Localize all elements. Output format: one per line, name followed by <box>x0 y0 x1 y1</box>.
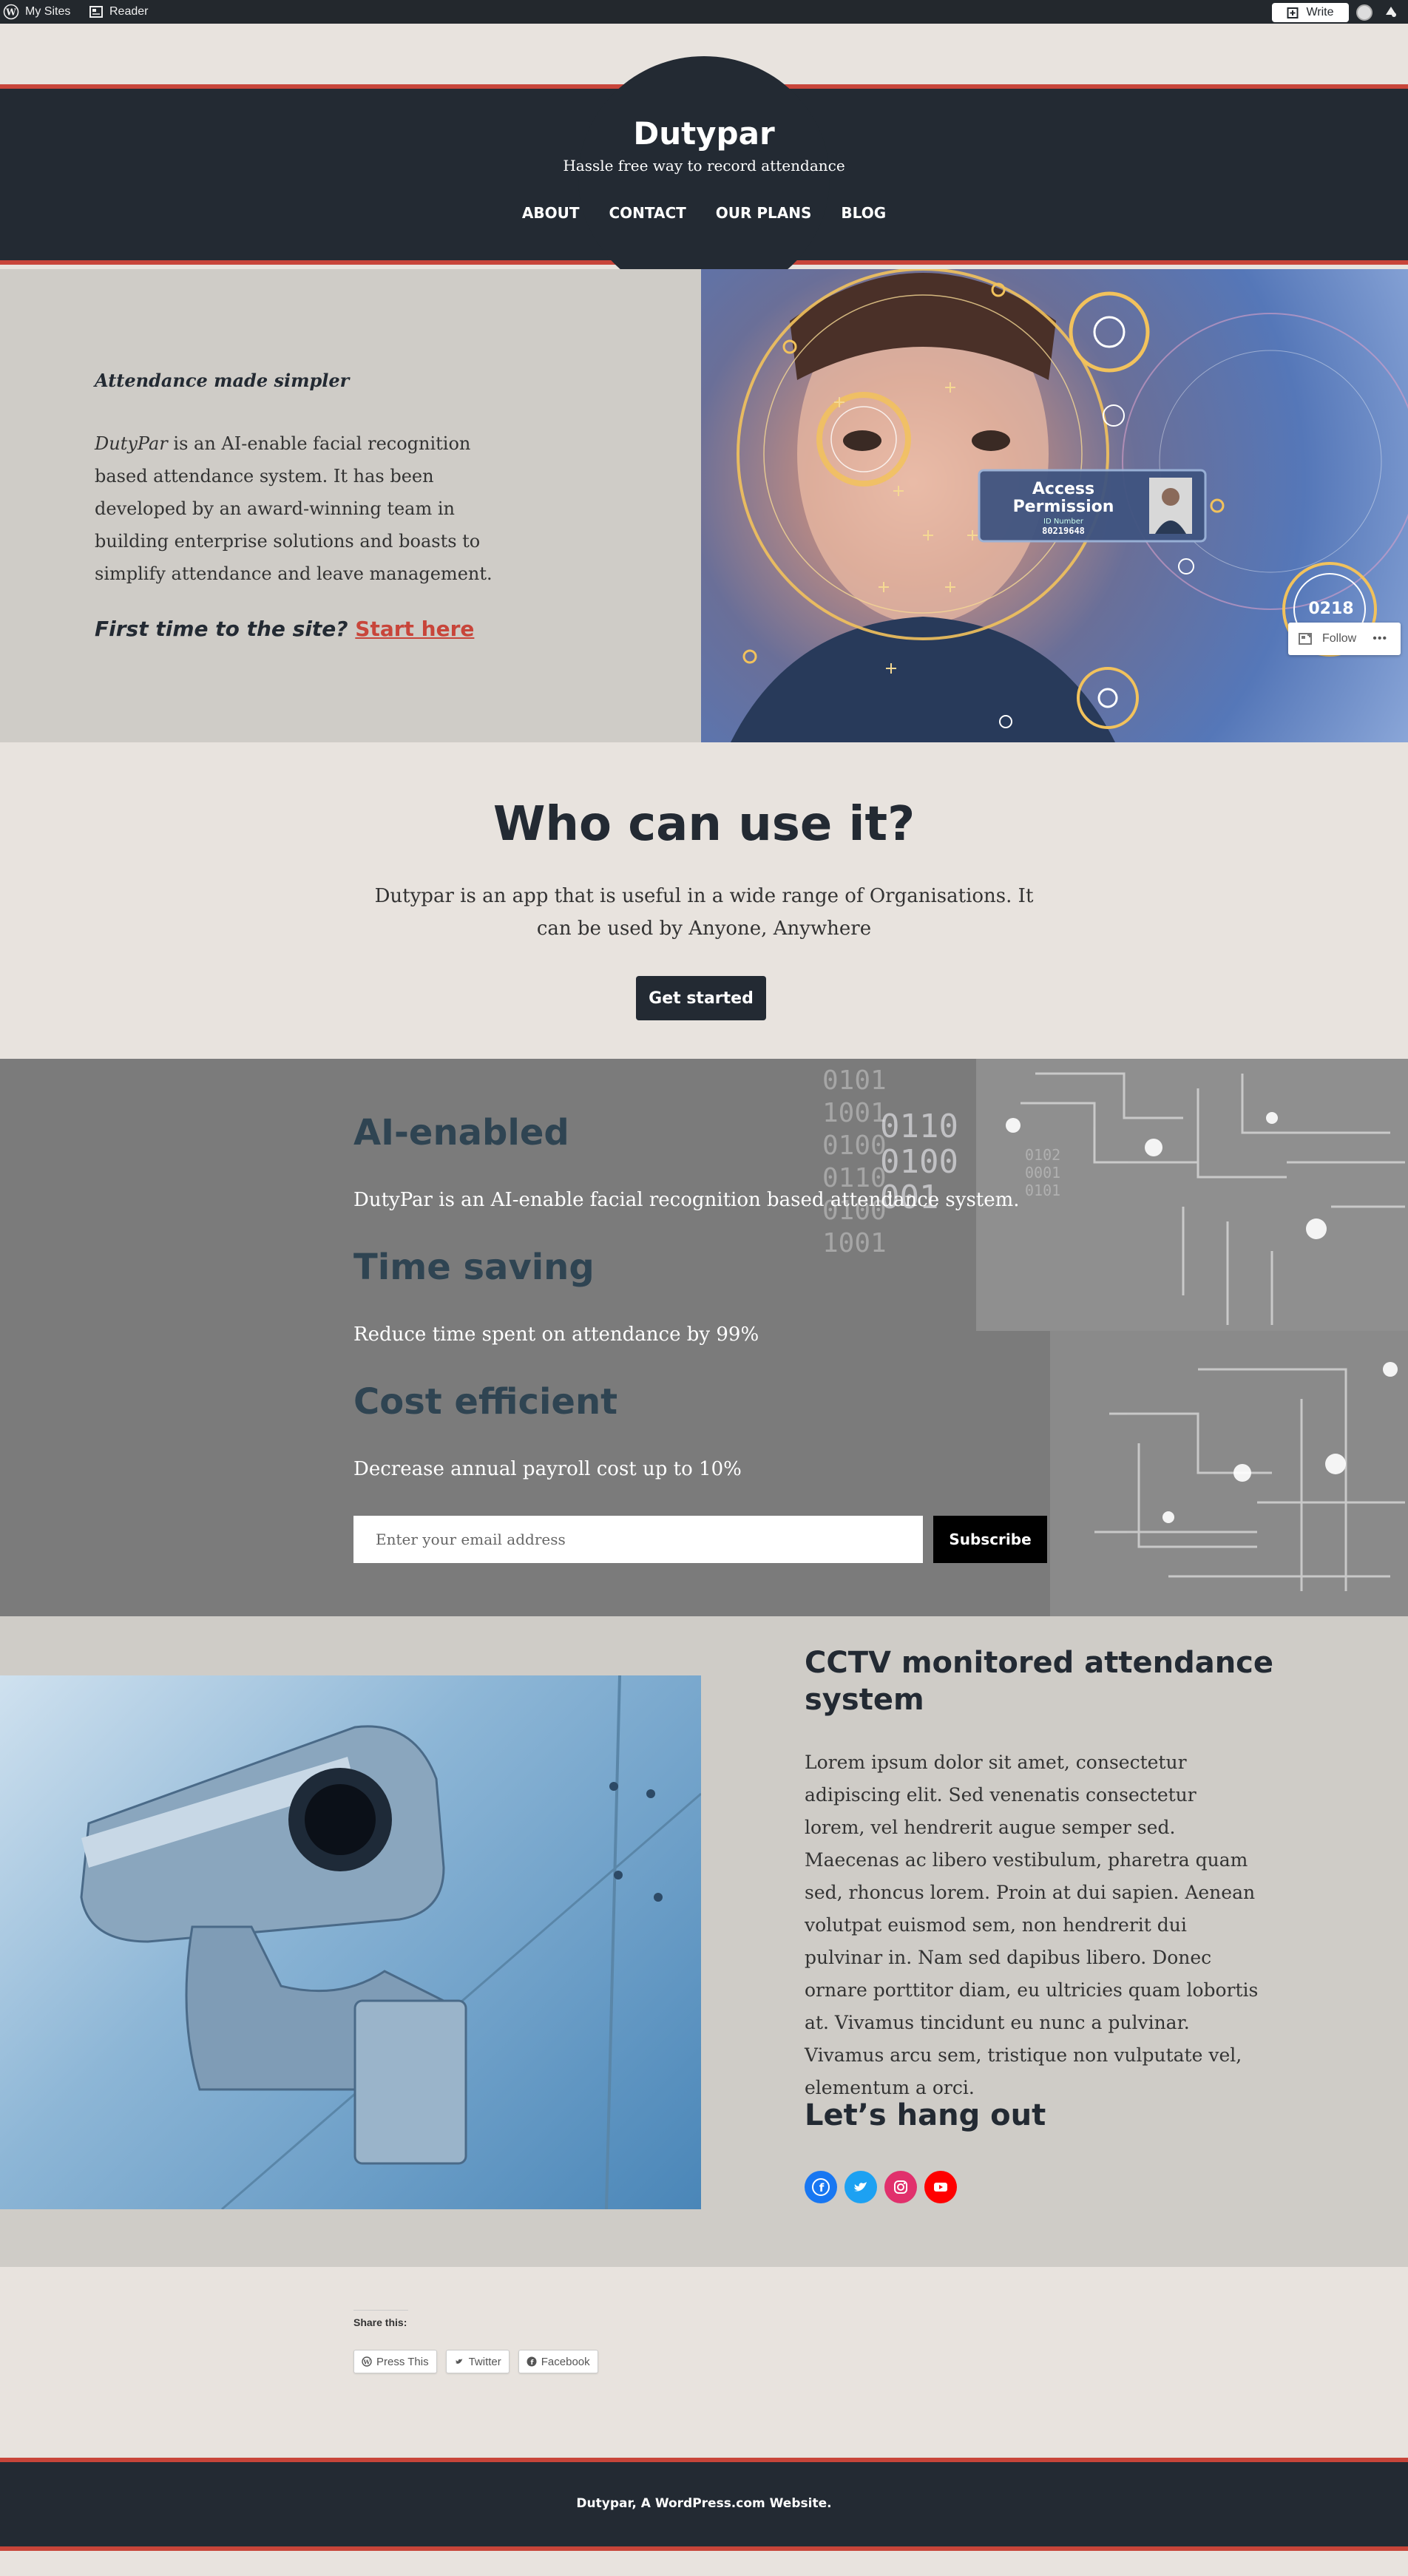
share-press-this-button[interactable]: W Press This <box>353 2350 437 2373</box>
site-title[interactable]: Dutypar <box>0 115 1408 152</box>
feature-text-cost: Decrease annual payroll cost up to 10% <box>353 1458 742 1480</box>
share-label: Share this: <box>353 2310 408 2328</box>
hero-kicker: Attendance made simpler <box>95 370 350 391</box>
hud-badge-number: 0218 <box>1308 600 1353 618</box>
share-facebook-button[interactable]: f Facebook <box>518 2350 598 2373</box>
email-input[interactable] <box>353 1516 923 1563</box>
binary-decoration-small: 0102 0001 0101 <box>1025 1146 1060 1199</box>
header-circle <box>578 56 830 300</box>
reader-label: Reader <box>109 5 149 18</box>
feature-title-cost: Cost efficient <box>353 1381 618 1423</box>
cctv-body: Lorem ipsum dolor sit amet, consectetur … <box>805 1752 1259 2098</box>
footer-credit[interactable]: Dutypar, A WordPress.com Website. <box>0 2496 1408 2511</box>
binary-line: 0101 <box>1025 1182 1061 1199</box>
cctv-camera-image <box>0 1675 701 2209</box>
hud-access-title2: Permission <box>1013 498 1114 516</box>
svg-text:f: f <box>819 2181 825 2194</box>
face-recognition-hud: Access Permission ID Number 80219648 021… <box>731 269 1408 742</box>
main-navigation: ABOUT CONTACT OUR PLANS BLOG <box>0 204 1408 222</box>
site-tagline: Hassle free way to record attendance <box>563 157 845 174</box>
follow-button[interactable]: Follow ••• <box>1288 623 1401 655</box>
hero-face-recognition-image: Access Permission ID Number 80219648 021… <box>701 269 1408 742</box>
binary-decoration: 0101 1001 0100 0110 0100 1001 <box>822 1065 887 1260</box>
nav-contact[interactable]: CONTACT <box>609 204 686 222</box>
subscribe-button[interactable]: Subscribe <box>933 1516 1047 1563</box>
start-here-link[interactable]: Start here <box>355 617 474 641</box>
facebook-icon[interactable]: f <box>805 2171 837 2203</box>
instagram-icon[interactable] <box>884 2171 917 2203</box>
write-button[interactable]: Write <box>1272 3 1349 22</box>
share-twitter-label: Twitter <box>468 2355 501 2368</box>
social-links: f <box>805 2171 957 2203</box>
write-label: Write <box>1306 6 1334 18</box>
share-press-this-label: Press This <box>376 2355 429 2368</box>
hero-body-brand: DutyPar <box>95 433 168 454</box>
nav-blog[interactable]: BLOG <box>841 204 886 222</box>
follow-label: Follow <box>1322 632 1357 645</box>
binary-line: 0001 <box>1025 1164 1061 1182</box>
my-sites-link[interactable]: W My Sites <box>3 0 70 24</box>
feature-title-time: Time saving <box>353 1247 595 1288</box>
more-options-icon[interactable]: ••• <box>1373 632 1387 645</box>
hero-cta-prefix: First time to the site? <box>95 617 348 641</box>
feature-title-ai: AI-enabled <box>353 1112 569 1153</box>
twitter-icon[interactable] <box>845 2171 877 2203</box>
youtube-icon[interactable] <box>924 2171 957 2203</box>
notifications-icon[interactable] <box>1383 4 1399 20</box>
admin-bar: W My Sites Reader Write <box>0 0 1408 24</box>
wordpress-icon: W <box>3 4 19 20</box>
reader-icon <box>89 6 103 18</box>
hero-body: DutyPar is an AI-enable facial recogniti… <box>95 427 516 590</box>
share-buttons: W Press This Twitter f Facebook <box>353 2350 598 2373</box>
facebook-icon: f <box>527 2356 537 2367</box>
svg-text:W: W <box>363 2359 371 2366</box>
avatar[interactable] <box>1356 4 1373 21</box>
binary-line: 0100 <box>822 1131 887 1161</box>
binary-line: 0110 <box>880 1108 958 1145</box>
reader-link[interactable]: Reader <box>89 0 148 24</box>
hang-out-title: Let’s hang out <box>805 2098 1046 2132</box>
hero-body-text: is an AI-enable facial recognition based… <box>95 433 493 584</box>
write-icon <box>1287 7 1299 18</box>
hud-id-number: 80219648 <box>1042 526 1085 536</box>
nav-our-plans[interactable]: OUR PLANS <box>716 204 812 222</box>
nav-about[interactable]: ABOUT <box>522 204 580 222</box>
who-title: Who can use it? <box>493 797 915 852</box>
follow-icon <box>1299 633 1312 645</box>
hud-id-label: ID Number <box>1043 518 1084 526</box>
svg-text:W: W <box>5 7 16 18</box>
binary-line: 0102 <box>1025 1146 1061 1164</box>
hud-access-title: Access <box>1032 480 1094 498</box>
hero-cta: First time to the site? Start here <box>95 617 474 641</box>
binary-line: 0100 <box>880 1143 958 1181</box>
wordpress-icon: W <box>362 2356 372 2367</box>
twitter-icon <box>455 2359 462 2364</box>
binary-line: 1001 <box>822 1228 887 1258</box>
binary-line: 0101 <box>822 1065 887 1096</box>
feature-text-time: Reduce time spent on attendance by 99% <box>353 1323 759 1346</box>
svg-text:f: f <box>530 2359 533 2367</box>
who-text: Dutypar is an app that is useful in a wi… <box>374 885 1034 940</box>
feature-text-ai: DutyPar is an AI-enable facial recogniti… <box>353 1189 1020 1211</box>
cctv-camera-illustration <box>80 1675 701 2209</box>
cctv-title: CCTV monitored attendance system <box>805 1646 1274 1717</box>
share-twitter-button[interactable]: Twitter <box>445 2350 510 2373</box>
my-sites-label: My Sites <box>25 5 71 18</box>
binary-line: 1001 <box>822 1098 887 1128</box>
share-facebook-label: Facebook <box>541 2355 590 2368</box>
get-started-button[interactable]: Get started <box>636 976 766 1020</box>
